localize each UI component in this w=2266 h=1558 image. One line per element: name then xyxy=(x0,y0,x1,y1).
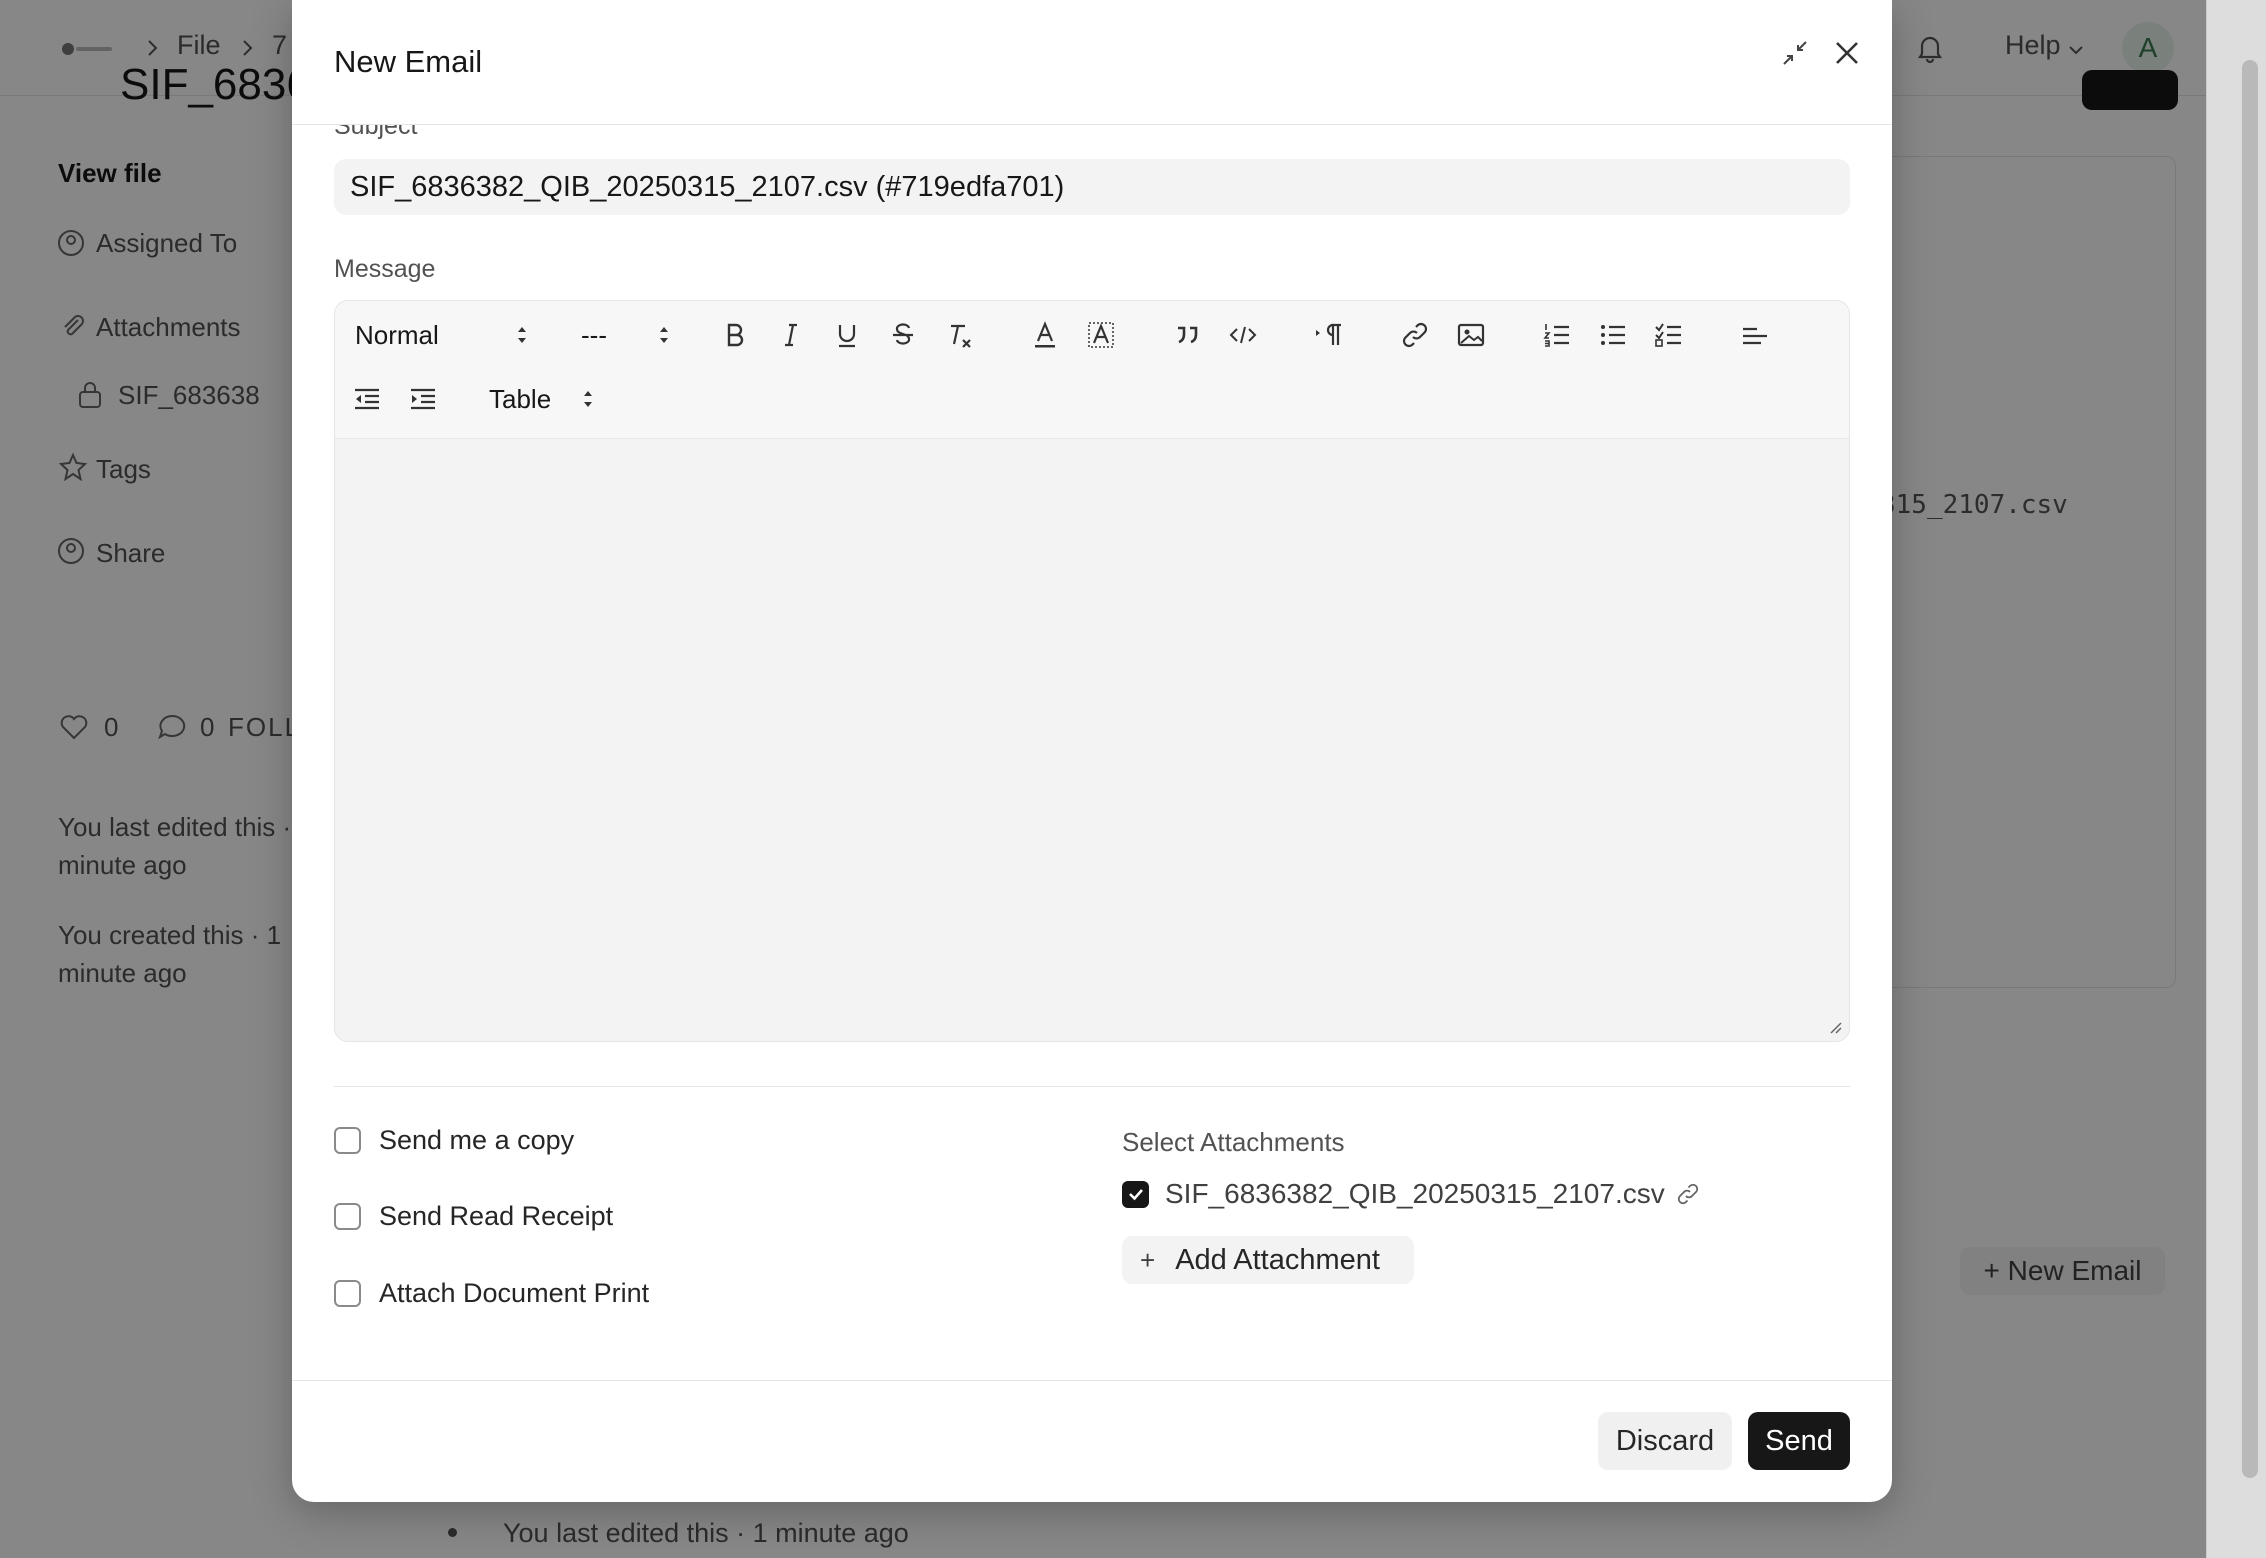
outdent-icon xyxy=(355,388,379,410)
image-icon xyxy=(1457,323,1485,347)
highlight-color-button[interactable] xyxy=(1081,315,1121,355)
table-select[interactable]: Table xyxy=(489,379,601,419)
send-copy-option[interactable]: Send me a copy xyxy=(334,1124,574,1156)
select-arrows-icon xyxy=(518,327,526,343)
scrollbar-backdrop xyxy=(2206,0,2266,1558)
link-icon[interactable] xyxy=(1675,1181,1701,1207)
indent-button[interactable] xyxy=(403,379,443,419)
quote-icon xyxy=(1178,326,1198,344)
italic-icon xyxy=(785,323,797,347)
read-receipt-checkbox[interactable] xyxy=(334,1202,361,1230)
clear-format-button[interactable] xyxy=(939,315,979,355)
attach-print-option[interactable]: Attach Document Print xyxy=(334,1277,649,1309)
message-editor: Normal --- Table xyxy=(334,300,1850,1042)
attachment-checkbox[interactable] xyxy=(1122,1180,1149,1208)
select-arrows-icon xyxy=(660,327,668,343)
text-style-select[interactable]: Normal xyxy=(355,315,535,355)
attachment-item[interactable]: SIF_6836382_QIB_20250315_2107.csv xyxy=(1122,1178,1701,1210)
check-icon xyxy=(1128,1189,1143,1201)
bullet-list-icon xyxy=(1601,325,1625,345)
align-button[interactable] xyxy=(1735,315,1775,355)
font-size-value: --- xyxy=(581,319,607,350)
bullet-list-button[interactable] xyxy=(1593,315,1633,355)
close-icon xyxy=(1836,42,1858,64)
add-attachment-label: Add Attachment xyxy=(1175,1243,1380,1276)
bold-button[interactable] xyxy=(715,315,755,355)
message-body[interactable] xyxy=(335,439,1849,1041)
link-icon xyxy=(1402,322,1428,348)
dialog-header: New Email xyxy=(292,0,1892,125)
indent-icon xyxy=(411,388,435,410)
send-copy-checkbox[interactable] xyxy=(334,1126,361,1154)
section-divider xyxy=(334,1086,1850,1087)
minimize-icon xyxy=(1783,41,1807,65)
strikethrough-button[interactable] xyxy=(883,315,923,355)
attach-print-checkbox[interactable] xyxy=(334,1279,361,1307)
close-button[interactable] xyxy=(1824,30,1870,76)
paragraph-direction-icon xyxy=(1316,323,1341,345)
read-receipt-label: Send Read Receipt xyxy=(379,1200,614,1231)
subject-input[interactable] xyxy=(334,159,1850,215)
text-style-value: Normal xyxy=(355,319,439,350)
attach-print-label: Attach Document Print xyxy=(379,1277,650,1308)
align-left-icon xyxy=(1743,327,1767,345)
underline-icon xyxy=(838,325,856,348)
plus-icon: + xyxy=(1140,1244,1156,1275)
resize-handle-icon[interactable] xyxy=(1827,1019,1843,1035)
table-select-value: Table xyxy=(489,383,552,414)
ordered-list-button[interactable] xyxy=(1537,315,1577,355)
checklist-icon xyxy=(1655,323,1681,347)
insert-link-button[interactable] xyxy=(1395,315,1435,355)
text-direction-button[interactable] xyxy=(1309,315,1349,355)
code-button[interactable] xyxy=(1223,315,1263,355)
ordered-list-icon xyxy=(1543,324,1569,347)
add-attachment-button[interactable]: + Add Attachment xyxy=(1122,1236,1414,1284)
insert-image-button[interactable] xyxy=(1451,315,1491,355)
attachment-file-name: SIF_6836382_QIB_20250315_2107.csv xyxy=(1165,1178,1665,1209)
text-color-icon xyxy=(1035,321,1055,348)
minimize-button[interactable] xyxy=(1772,30,1818,76)
read-receipt-option[interactable]: Send Read Receipt xyxy=(334,1200,613,1232)
select-arrows-icon xyxy=(584,391,592,407)
strikethrough-icon xyxy=(893,323,913,345)
font-size-select[interactable]: --- xyxy=(581,315,677,355)
send-button[interactable]: Send xyxy=(1748,1412,1850,1470)
blockquote-button[interactable] xyxy=(1167,315,1207,355)
select-attachments-label: Select Attachments xyxy=(1122,1127,1345,1157)
text-color-button[interactable] xyxy=(1025,315,1065,355)
dialog-title: New Email xyxy=(334,44,483,79)
italic-button[interactable] xyxy=(771,315,811,355)
editor-toolbar: Normal --- Table xyxy=(335,301,1849,439)
bold-icon xyxy=(727,323,744,347)
outdent-button[interactable] xyxy=(347,379,387,419)
clear-format-icon xyxy=(951,324,971,348)
code-icon xyxy=(1229,326,1257,344)
underline-button[interactable] xyxy=(827,315,867,355)
send-copy-label: Send me a copy xyxy=(379,1124,575,1155)
highlight-color-icon xyxy=(1088,322,1114,348)
discard-button[interactable]: Discard xyxy=(1598,1412,1732,1470)
footer-divider xyxy=(292,1380,1892,1381)
checklist-button[interactable] xyxy=(1649,315,1689,355)
new-email-dialog: Subject Message Normal --- xyxy=(292,0,1892,1502)
message-label: Message xyxy=(334,255,436,283)
